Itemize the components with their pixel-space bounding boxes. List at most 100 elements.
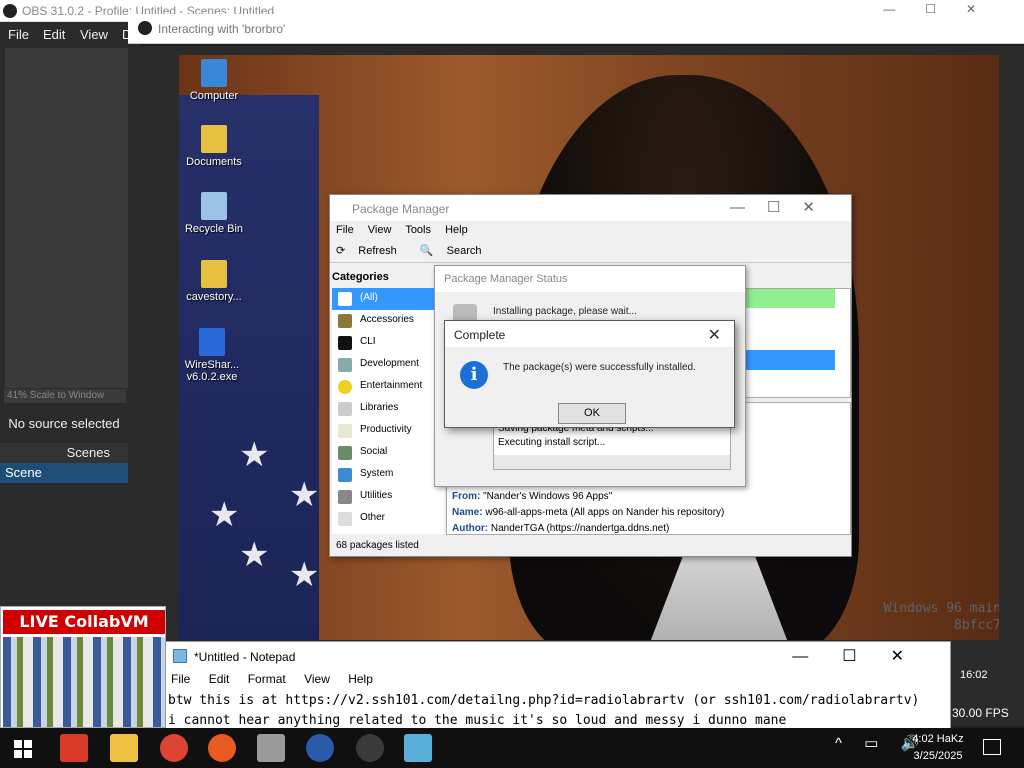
pm-menu-bar: File View Tools Help (330, 221, 851, 241)
development-icon (338, 358, 352, 372)
pm-title: Package Manager (352, 202, 450, 216)
accessories-icon (338, 314, 352, 328)
notepad-text-area[interactable]: btw this is at https://v2.ssh101.com/det… (166, 690, 950, 731)
folder-icon (201, 125, 227, 153)
preview-time: 16:02 (960, 669, 988, 681)
social-icon (338, 446, 352, 460)
ok-button[interactable]: OK (558, 403, 626, 424)
np-title: *Untitled - Notepad (194, 650, 296, 664)
terminal-icon (338, 336, 352, 350)
flag-star: ★ (239, 436, 270, 474)
app-active-icon[interactable] (404, 734, 432, 762)
category-productivity[interactable]: Productivity (332, 420, 444, 442)
refresh-button[interactable]: ⟳ Refresh (336, 245, 407, 257)
np-menu-view[interactable]: View (304, 672, 330, 686)
category-utilities[interactable]: Utilities (332, 486, 444, 508)
np-menu-bar: File Edit Format View Help (166, 670, 950, 690)
search-button[interactable]: 🔍 Search (420, 245, 492, 257)
utilities-icon (338, 490, 352, 504)
category-all[interactable]: (All) (332, 288, 444, 310)
obs-menu-bar: File Edit View D (0, 22, 140, 46)
obs-logo-icon (138, 21, 152, 35)
pm-status-bar: 68 packages listed (336, 540, 419, 551)
cd-title-bar[interactable]: Complete ✕ (445, 321, 734, 347)
obs-menu-edit[interactable]: Edit (43, 27, 65, 42)
np-window-controls[interactable]: —☐✕ (792, 646, 938, 666)
search-icon: 🔍 (419, 245, 434, 257)
flag-star: ★ (289, 476, 320, 514)
computer-icon (201, 59, 227, 87)
pm-menu-tools[interactable]: Tools (405, 224, 431, 236)
category-other[interactable]: Other (332, 508, 444, 530)
obs-menu-view[interactable]: View (80, 27, 108, 42)
pm-menu-help[interactable]: Help (445, 224, 468, 236)
desktop-icon-recycle-bin[interactable]: Recycle Bin (179, 192, 252, 235)
np-menu-edit[interactable]: Edit (209, 672, 230, 686)
library-icon (338, 402, 352, 416)
info-icon: i (460, 361, 488, 389)
np-menu-format[interactable]: Format (248, 672, 286, 686)
categories-header: Categories (332, 271, 389, 283)
obs-window-controls[interactable]: —☐✕ (883, 2, 1006, 16)
flag-star: ★ (289, 556, 320, 594)
desktop-icon-documents[interactable]: Documents (179, 125, 252, 168)
desktop-icon-cavestory[interactable]: cavestory... (179, 260, 252, 303)
source-preview (5, 48, 128, 388)
app-red-icon[interactable] (60, 734, 88, 762)
category-cli[interactable]: CLI (332, 332, 444, 354)
category-accessories[interactable]: Accessories (332, 310, 444, 332)
category-development[interactable]: Development (332, 354, 444, 376)
interact-window-title-bar: Interacting with 'brorbro' (128, 14, 1024, 44)
pm-menu-view[interactable]: View (368, 224, 392, 236)
cd-title: Complete (454, 328, 506, 342)
cd-message: The package(s) were successfully install… (503, 362, 696, 373)
category-libraries[interactable]: Libraries (332, 398, 444, 420)
app-gray-icon[interactable] (257, 734, 285, 762)
file-explorer-icon[interactable] (110, 734, 138, 762)
windows-start-icon[interactable] (14, 740, 32, 758)
chrome-icon[interactable] (160, 734, 188, 762)
log-scrollbar[interactable] (494, 455, 730, 469)
recycle-bin-icon (201, 192, 227, 220)
reaction-thumbnail (3, 637, 165, 727)
pm-toolbar: ⟳ Refresh 🔍 Search (330, 241, 851, 263)
complete-dialog[interactable]: Complete ✕ i The package(s) were success… (444, 320, 735, 428)
notepad-icon (173, 649, 187, 663)
system-icon (338, 468, 352, 482)
obs-menu-file[interactable]: File (8, 27, 29, 42)
np-title-bar[interactable]: *Untitled - Notepad —☐✕ (166, 642, 950, 670)
desktop-icon-wireshark[interactable]: WireShar... v6.0.2.exe (179, 328, 248, 383)
refresh-icon: ⟳ (336, 245, 346, 257)
flag-star: ★ (209, 496, 240, 534)
category-system[interactable]: System (332, 464, 444, 486)
pm-window-controls[interactable]: —☐✕ (730, 198, 837, 216)
fps-counter: 30.00 FPS (952, 706, 1009, 720)
psw-message: Installing package, please wait... (493, 306, 637, 317)
notification-icon[interactable] (983, 739, 1001, 755)
reaction-title: LIVE CollabVM REACTION (3, 610, 165, 655)
app-swirl-icon[interactable] (208, 734, 236, 762)
installer-icon (199, 328, 225, 356)
np-menu-help[interactable]: Help (348, 672, 373, 686)
obs-icon[interactable] (356, 734, 384, 762)
notepad-window[interactable]: *Untitled - Notepad —☐✕ File Edit Format… (165, 641, 951, 731)
pm-title-bar[interactable]: Package Manager —☐✕ (330, 195, 851, 221)
no-source-label: No source selected (8, 416, 120, 431)
category-social[interactable]: Social (332, 442, 444, 464)
np-menu-file[interactable]: File (171, 672, 190, 686)
close-icon[interactable]: ✕ (708, 325, 721, 345)
smiley-icon (338, 380, 352, 394)
category-list: (All) Accessories CLI Development Entert… (332, 288, 444, 534)
pm-menu-file[interactable]: File (336, 224, 354, 236)
category-entertainment[interactable]: Entertainment (332, 376, 444, 398)
all-icon (338, 292, 352, 306)
taskbar-clock[interactable]: 4:02 HaKz 3/25/2025 (911, 731, 965, 765)
obs-logo-icon (3, 4, 17, 18)
flag-star: ★ (239, 536, 270, 574)
app-blue-icon[interactable] (306, 734, 334, 762)
desktop-icon-computer[interactable]: Computer (179, 59, 252, 102)
scene-list-item[interactable]: Scene (0, 463, 128, 483)
interact-window-title: Interacting with 'brorbro' (158, 22, 286, 36)
scenes-header: Scenes (0, 443, 128, 463)
other-icon (338, 512, 352, 526)
